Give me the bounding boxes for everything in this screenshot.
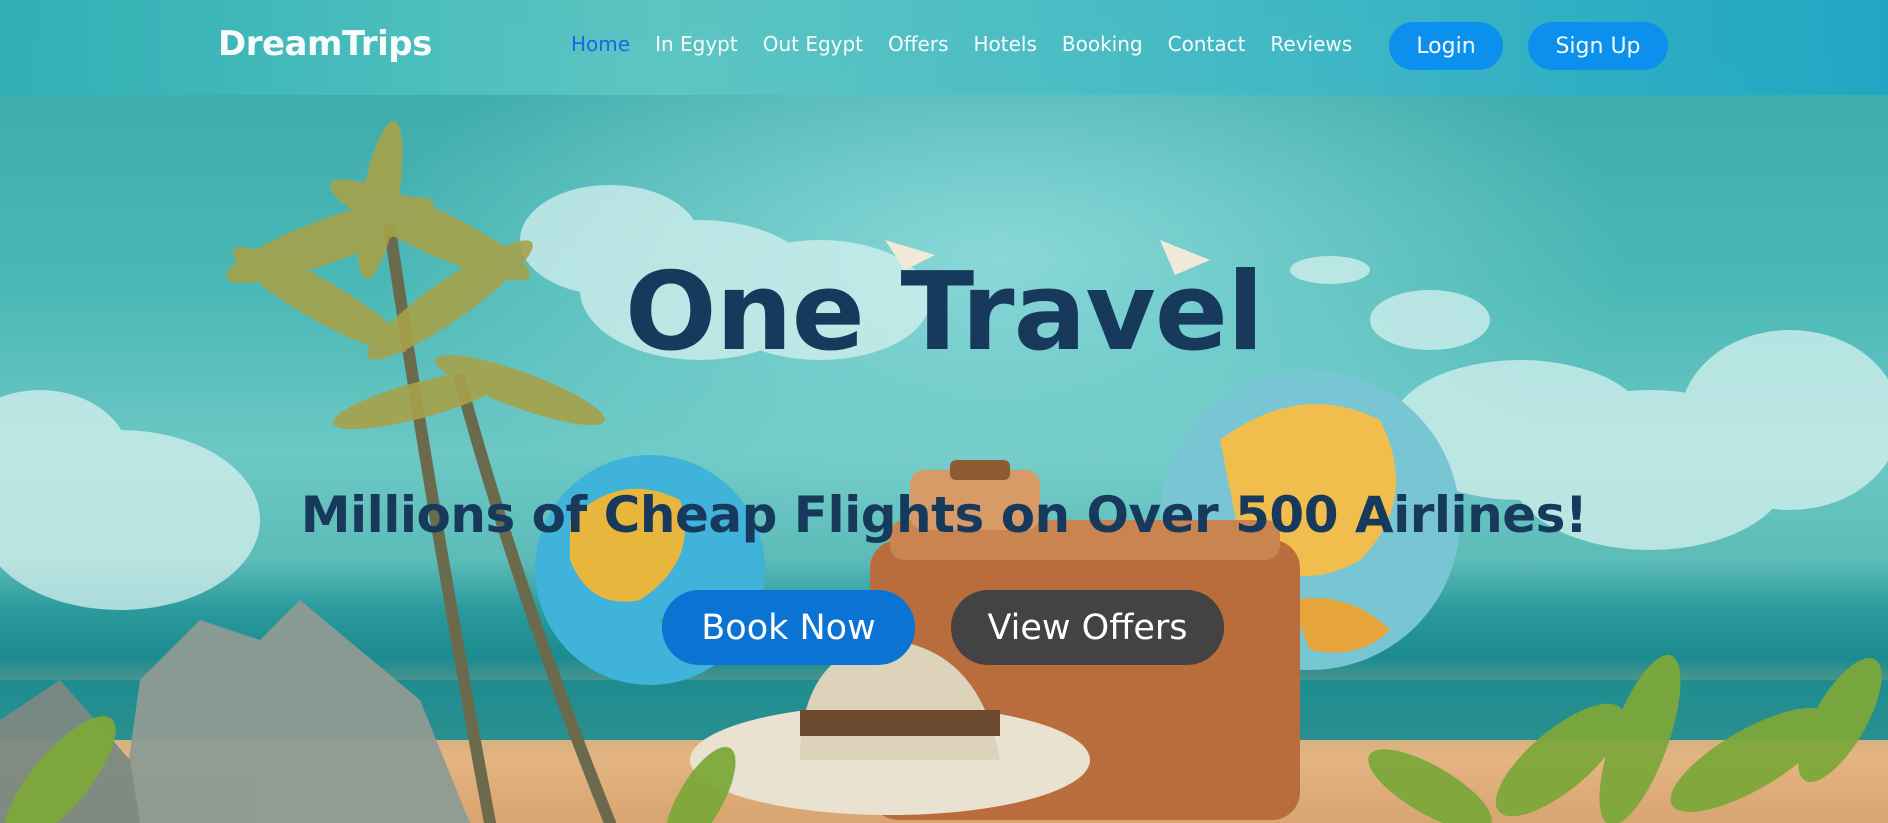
nav-link-in-egypt[interactable]: In Egypt (655, 32, 738, 56)
brand-logo[interactable]: DreamTrips (218, 24, 432, 64)
nav-link-contact[interactable]: Contact (1168, 32, 1246, 56)
nav-link-offers[interactable]: Offers (888, 32, 948, 56)
nav-link-home[interactable]: Home (571, 32, 630, 56)
nav-links: Home In Egypt Out Egypt Offers Hotels Bo… (571, 32, 1377, 56)
signup-button[interactable]: Sign Up (1528, 22, 1668, 70)
nav-link-hotels[interactable]: Hotels (974, 32, 1037, 56)
login-button[interactable]: Login (1389, 22, 1503, 70)
hero-background (0, 0, 1888, 823)
travel-beach-illustration (0, 121, 1888, 823)
hero-subtitle: Millions of Cheap Flights on Over 500 Ai… (300, 486, 1588, 544)
view-offers-button[interactable]: View Offers (951, 590, 1224, 665)
nav-link-reviews[interactable]: Reviews (1270, 32, 1352, 56)
nav-link-out-egypt[interactable]: Out Egypt (763, 32, 863, 56)
nav-link-booking[interactable]: Booking (1062, 32, 1143, 56)
hero-title: One Travel (624, 250, 1264, 375)
navbar: DreamTrips Home In Egypt Out Egypt Offer… (0, 0, 1888, 95)
book-now-button[interactable]: Book Now (662, 590, 915, 665)
